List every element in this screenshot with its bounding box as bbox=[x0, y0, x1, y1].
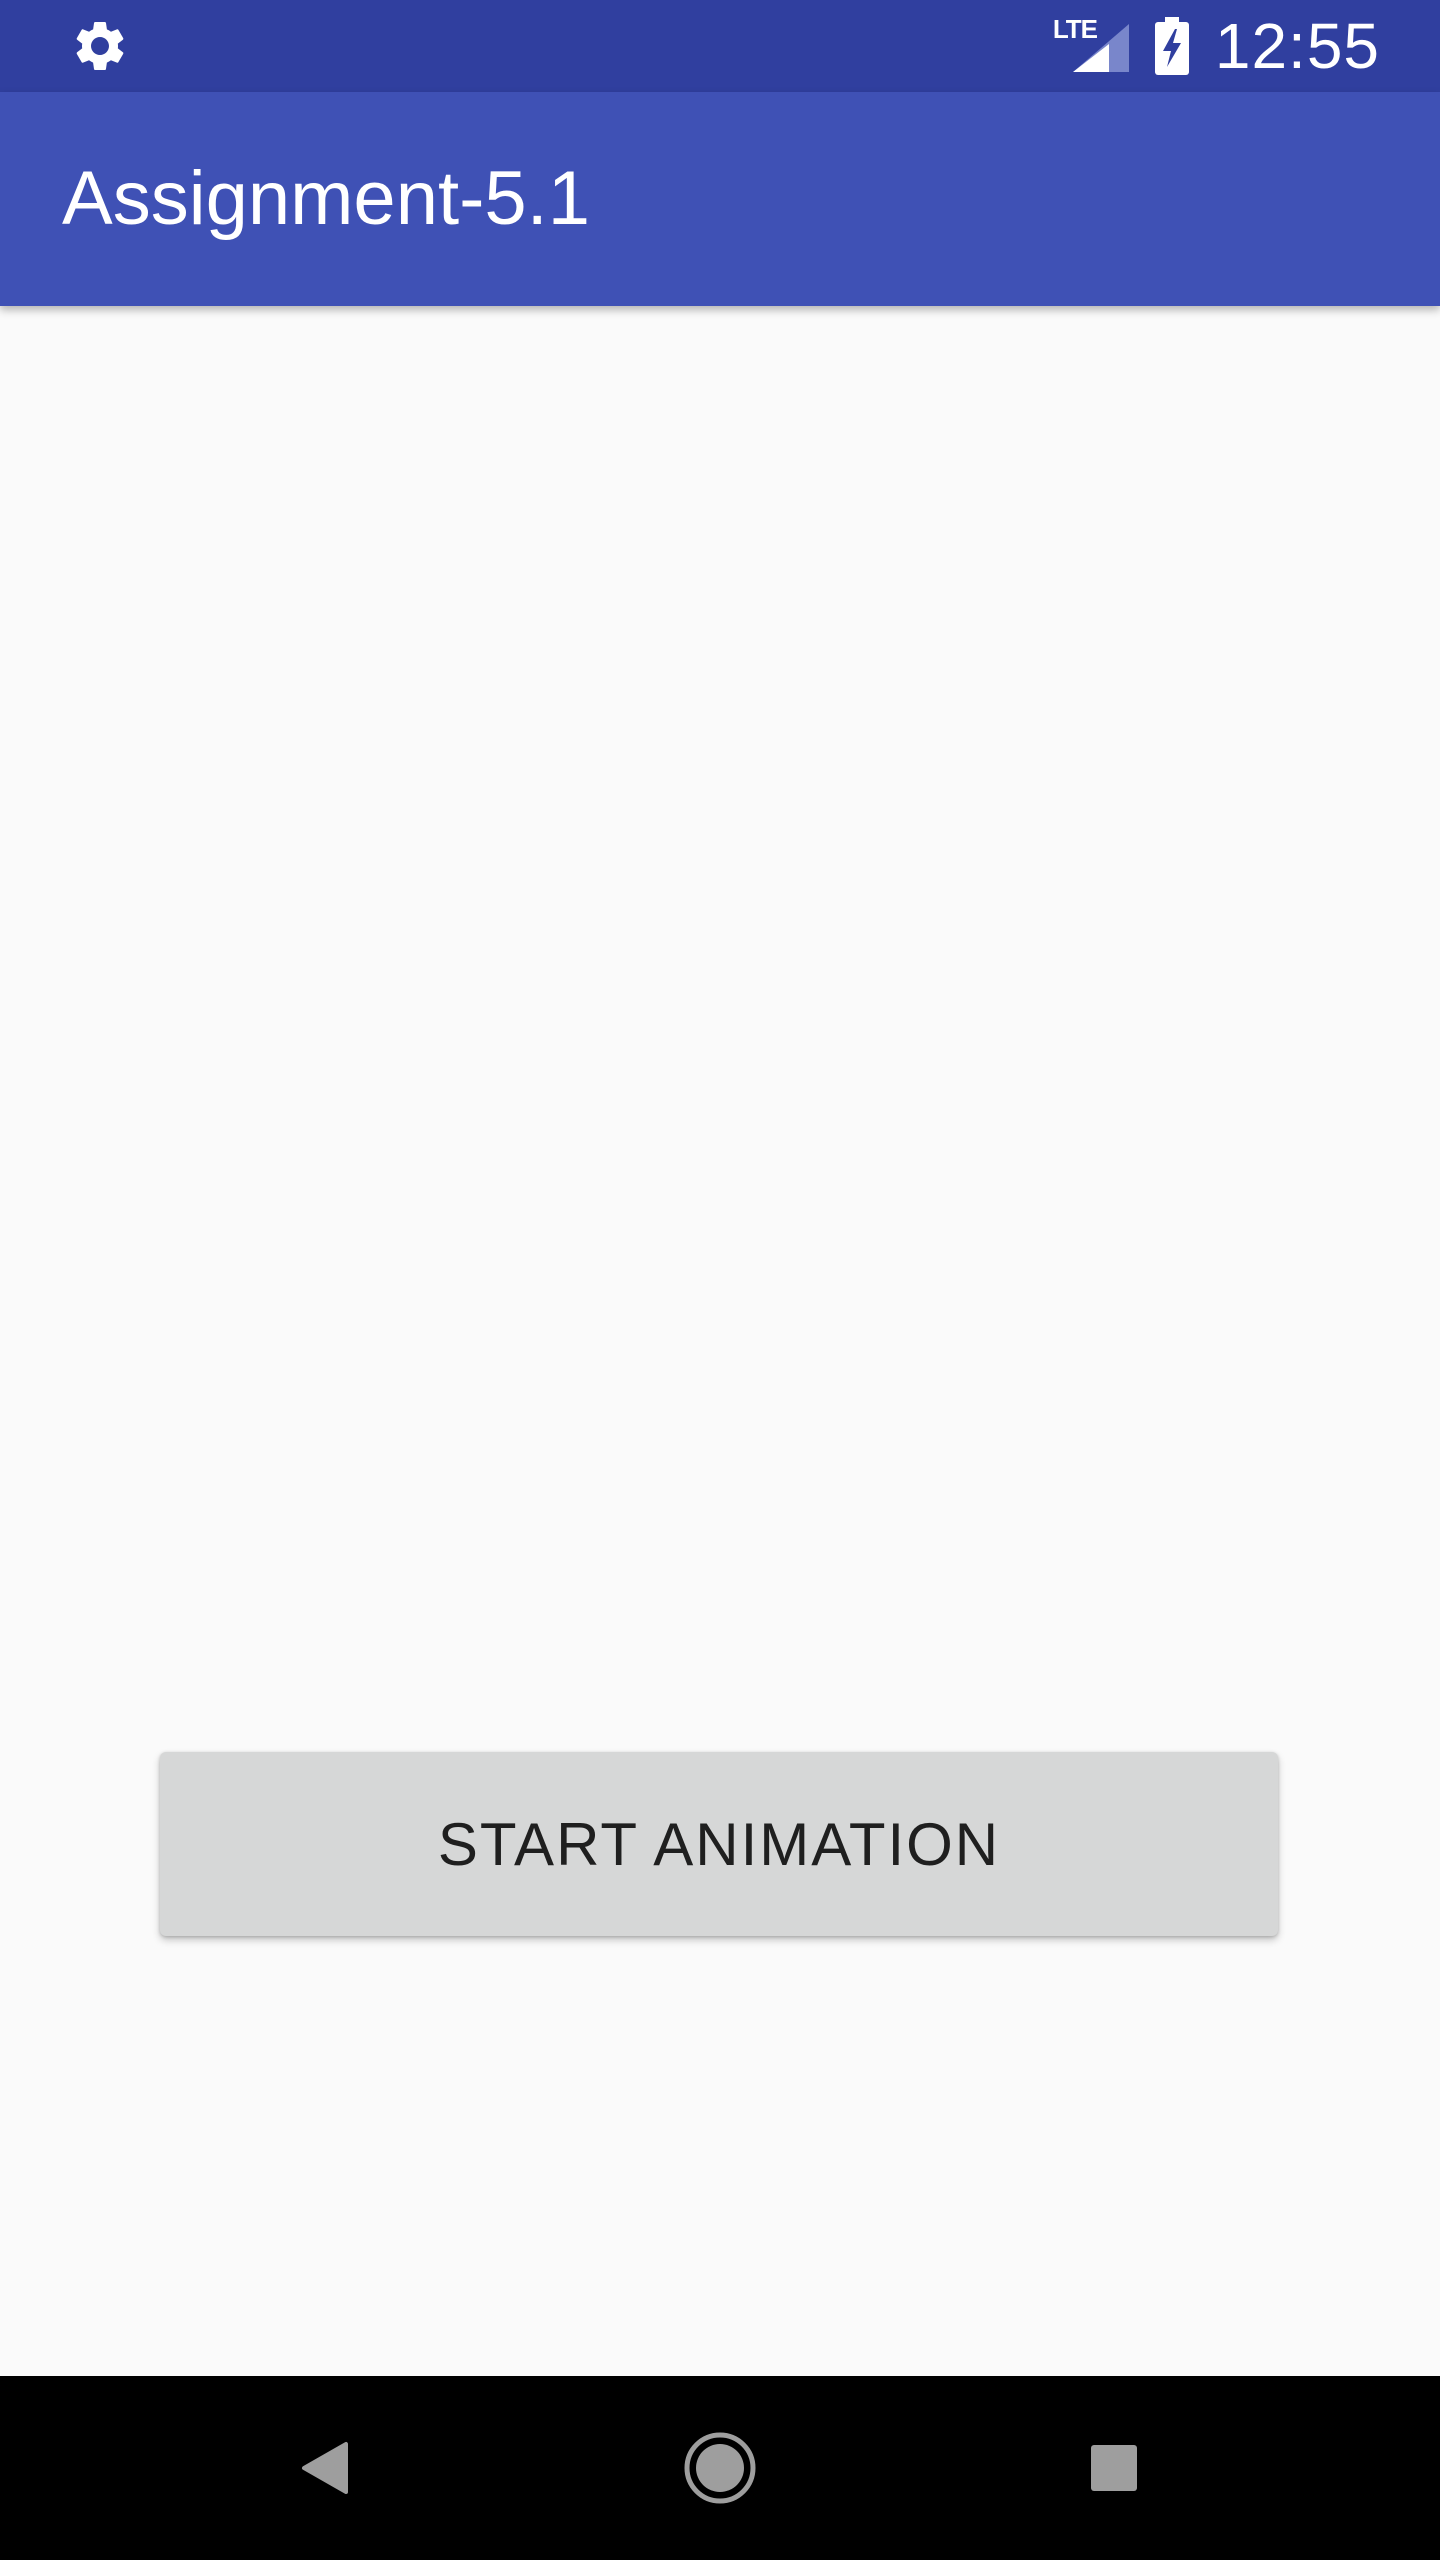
navigation-bar bbox=[0, 2376, 1440, 2560]
status-time: 12:55 bbox=[1214, 10, 1380, 82]
home-circle-icon[interactable] bbox=[640, 2376, 800, 2560]
main-content: START ANIMATION bbox=[0, 306, 1440, 2376]
gear-icon bbox=[70, 16, 130, 76]
app-bar: Assignment-5.1 bbox=[0, 92, 1440, 306]
status-bar: LTE 12:55 bbox=[0, 0, 1440, 92]
start-animation-button[interactable]: START ANIMATION bbox=[160, 1752, 1278, 1936]
recents-square-icon[interactable] bbox=[1034, 2376, 1194, 2560]
app-title: Assignment-5.1 bbox=[62, 156, 591, 241]
app-screen: LTE 12:55 Assignment-5.1 START ANIMATION bbox=[0, 0, 1440, 2560]
status-indicators: LTE 12:55 bbox=[1053, 0, 1380, 92]
back-triangle-icon[interactable] bbox=[246, 2376, 406, 2560]
battery-charging-icon bbox=[1154, 17, 1189, 75]
cell-signal-icon: LTE bbox=[1053, 16, 1129, 76]
